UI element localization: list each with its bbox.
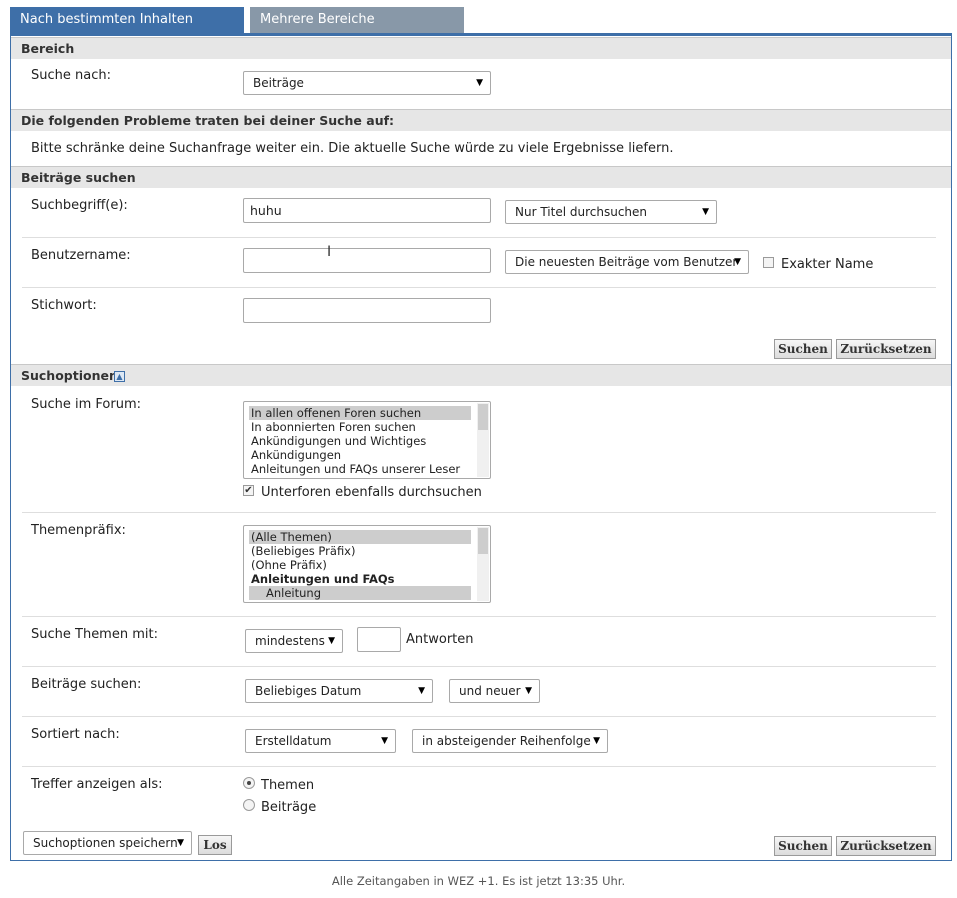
display-label: Treffer anzeigen als: [31, 777, 163, 792]
dropdown-arrow-icon: ▼ [593, 736, 600, 746]
tag-input[interactable] [243, 298, 491, 323]
sort-order-value: in absteigender Reihenfolge [422, 734, 591, 748]
list-item[interactable]: Anleitungen und FAQs unserer Leser [249, 462, 471, 476]
date-value: Beliebiges Datum [255, 684, 362, 698]
search-for-label: Suche nach: [31, 68, 111, 83]
list-item[interactable]: Anleitung [249, 586, 471, 600]
collapse-toggle-icon[interactable]: ▲ [114, 371, 125, 382]
username-input[interactable] [243, 248, 491, 273]
go-button[interactable]: Los [198, 835, 232, 855]
section-posts-header: Beiträge suchen [11, 166, 951, 188]
problems-message: Bitte schränke deine Suchanfrage weiter … [31, 141, 674, 156]
date-direction-select[interactable]: und neuer ▼ [449, 679, 540, 703]
section-options-header: Suchoptionen [11, 364, 951, 386]
forum-label: Suche im Forum: [31, 397, 142, 412]
list-group-label: Anleitungen und FAQs [251, 572, 395, 586]
replies-label: Suche Themen mit: [31, 627, 158, 642]
divider [22, 512, 936, 513]
keywords-mode-select[interactable]: Nur Titel durchsuchen ▼ [505, 200, 717, 224]
divider [22, 616, 936, 617]
username-mode-value: Die neuesten Beiträge vom Benutzer [515, 255, 738, 269]
prefix-listbox[interactable]: (Alle Themen) (Beliebiges Präfix) (Ohne … [243, 525, 491, 603]
tab-multiple-areas[interactable]: Mehrere Bereiche durchsuchen [250, 7, 464, 53]
exact-name-checkbox[interactable] [763, 257, 774, 268]
prefix-label: Themenpräfix: [31, 523, 126, 538]
section-problems-header: Die folgenden Probleme traten bei deiner… [11, 109, 951, 131]
divider [22, 666, 936, 667]
date-direction-value: und neuer [459, 684, 521, 698]
divider [22, 716, 936, 717]
dropdown-arrow-icon: ▼ [328, 636, 335, 646]
keywords-label: Suchbegriff(e): [31, 198, 128, 213]
text-cursor-icon: I [327, 244, 332, 260]
replies-mode-value: mindestens [255, 634, 325, 648]
display-threads-label: Themen [261, 778, 315, 793]
keywords-input[interactable]: huhu [243, 198, 491, 223]
subforums-checkbox[interactable]: ✔ [243, 485, 254, 496]
subforums-label: Unterforen ebenfalls durchsuchen [261, 485, 482, 500]
replies-count-input[interactable] [357, 627, 401, 652]
display-posts-radio[interactable] [243, 799, 255, 811]
display-threads-radio[interactable] [243, 777, 255, 789]
exact-name-label: Exakter Name [781, 257, 874, 272]
replies-mode-select[interactable]: mindestens ▼ [245, 629, 343, 653]
list-item[interactable]: (Alle Themen) [249, 530, 471, 544]
options-title: Suchoptionen [21, 368, 118, 383]
tag-label: Stichwort: [31, 298, 97, 313]
reset-button[interactable]: Zurücksetzen [836, 339, 936, 359]
dropdown-arrow-icon: ▼ [734, 257, 741, 267]
display-posts-label: Beiträge [261, 800, 317, 815]
dropdown-arrow-icon: ▼ [177, 838, 184, 848]
tab-specific-content[interactable]: Nach bestimmten Inhalten suchen [10, 7, 244, 53]
list-item[interactable]: In allen offenen Foren suchen [249, 406, 471, 420]
dropdown-arrow-icon: ▼ [418, 686, 425, 696]
sort-field-value: Erstelldatum [255, 734, 332, 748]
username-mode-select[interactable]: Die neuesten Beiträge vom Benutzer ▼ [505, 250, 749, 274]
sort-label: Sortiert nach: [31, 727, 120, 742]
forum-listbox[interactable]: In allen offenen Foren suchen In abonnie… [243, 401, 491, 479]
divider [22, 237, 936, 238]
dropdown-arrow-icon: ▼ [476, 78, 483, 88]
list-item[interactable]: In abonnierten Foren suchen [249, 420, 471, 434]
sort-field-select[interactable]: Erstelldatum ▼ [245, 729, 396, 753]
list-item[interactable]: (Beliebiges Präfix) [249, 544, 471, 558]
scrollbar-thumb[interactable] [478, 528, 488, 554]
divider [22, 766, 936, 767]
search-button-bottom[interactable]: Suchen [774, 836, 832, 856]
search-for-value: Beiträge [253, 76, 304, 90]
list-item[interactable]: Ankündigungen [249, 448, 471, 462]
checkmark-icon: ✔ [244, 485, 253, 496]
dropdown-arrow-icon: ▼ [702, 207, 709, 217]
date-label: Beiträge suchen: [31, 677, 142, 692]
list-item[interactable]: Ankündigungen und Wichtiges [249, 434, 471, 448]
replies-suffix: Antworten [406, 632, 474, 647]
list-item[interactable]: (Ohne Präfix) [249, 558, 471, 572]
dropdown-arrow-icon: ▼ [525, 686, 532, 696]
keywords-mode-value: Nur Titel durchsuchen [515, 205, 648, 219]
save-options-value: Suchoptionen speichern [33, 836, 178, 850]
sort-order-select[interactable]: in absteigender Reihenfolge ▼ [412, 729, 608, 753]
username-label: Benutzername: [31, 248, 131, 263]
search-button[interactable]: Suchen [774, 339, 832, 359]
divider [22, 287, 936, 288]
date-select[interactable]: Beliebiges Datum ▼ [245, 679, 433, 703]
save-options-select[interactable]: Suchoptionen speichern ▼ [23, 831, 192, 855]
dropdown-arrow-icon: ▼ [381, 736, 388, 746]
reset-button-bottom[interactable]: Zurücksetzen [836, 836, 936, 856]
footer-timezone: Alle Zeitangaben in WEZ +1. Es ist jetzt… [331, 874, 626, 888]
search-for-select[interactable]: Beiträge ▼ [243, 71, 491, 95]
section-bereich-header: Bereich [11, 37, 951, 59]
scrollbar-thumb[interactable] [478, 404, 488, 430]
